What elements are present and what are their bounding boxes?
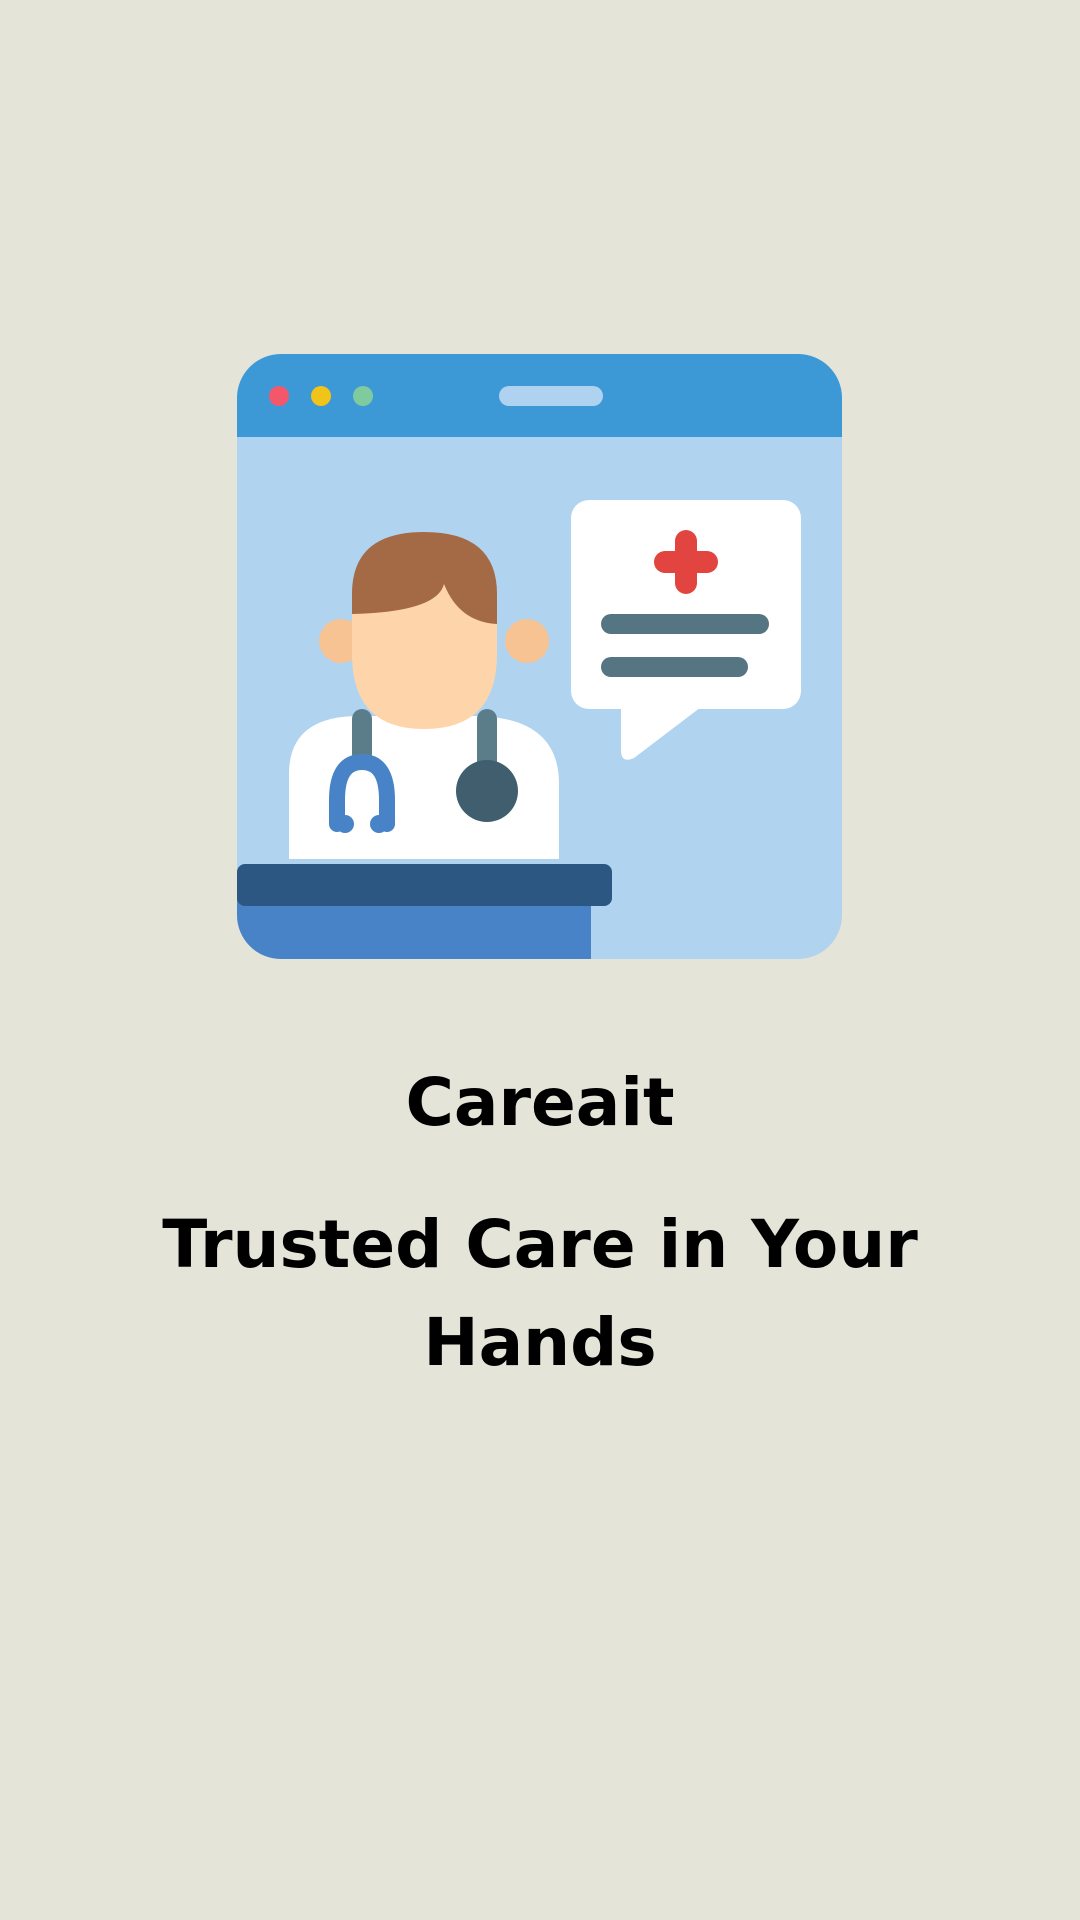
app-name: Careait <box>405 1064 675 1141</box>
window-close-dot-icon <box>269 386 289 406</box>
window-minimize-dot-icon <box>311 386 331 406</box>
doctor-coat <box>289 716 559 859</box>
window-maximize-dot-icon <box>353 386 373 406</box>
splash-screen: Careait Trusted Care in Your Hands <box>0 0 1080 1920</box>
tagline: Trusted Care in Your Hands <box>162 1206 918 1381</box>
address-bar <box>499 386 603 406</box>
illustration-svg <box>237 354 842 959</box>
chat-text-line <box>601 657 748 677</box>
desk-top <box>237 864 612 906</box>
doctor-ear <box>505 619 549 663</box>
telemedicine-doctor-icon <box>237 354 842 959</box>
chat-text-line <box>601 614 769 634</box>
